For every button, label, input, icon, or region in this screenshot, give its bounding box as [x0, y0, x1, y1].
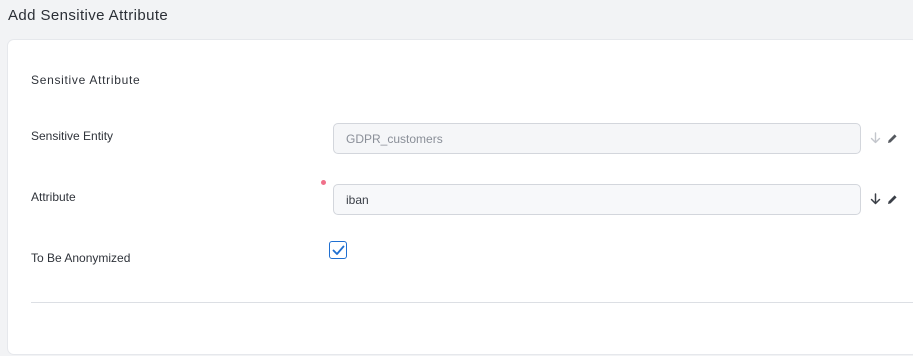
page-title: Add Sensitive Attribute [8, 7, 169, 24]
required-indicator [321, 180, 326, 185]
arrow-down-icon[interactable] [868, 192, 882, 206]
form-card: Sensitive Attribute Sensitive Entity Att… [8, 40, 913, 354]
sensitive-entity-field[interactable] [333, 123, 861, 154]
attribute-field[interactable] [333, 184, 861, 215]
sensitive-entity-label: Sensitive Entity [31, 129, 114, 143]
section-title: Sensitive Attribute [31, 73, 141, 87]
checkmark-icon [332, 245, 344, 255]
to-be-anonymized-checkbox[interactable] [329, 241, 347, 259]
arrow-down-icon[interactable] [868, 131, 882, 145]
pencil-icon[interactable] [885, 131, 899, 145]
divider [31, 302, 913, 303]
pencil-icon[interactable] [885, 192, 899, 206]
attribute-label: Attribute [31, 190, 76, 204]
to-be-anonymized-label: To Be Anonymized [31, 251, 131, 265]
